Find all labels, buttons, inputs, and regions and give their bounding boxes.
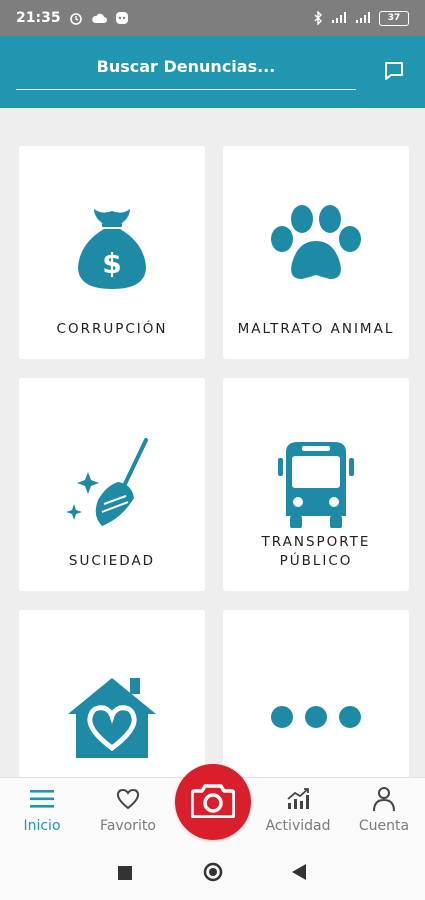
bluetooth-icon bbox=[313, 11, 323, 25]
category-card-maltrato-animal[interactable]: MALTRATO ANIMAL bbox=[223, 146, 409, 359]
category-label: CORRUPCIÓN bbox=[56, 321, 168, 337]
broom-sparkle-icon bbox=[19, 438, 205, 534]
menu-icon bbox=[29, 786, 55, 812]
category-card-corrupcion[interactable]: $ CORRUPCIÓN bbox=[19, 146, 205, 359]
money-bag-icon: $ bbox=[19, 201, 205, 296]
camera-button[interactable] bbox=[175, 764, 251, 840]
user-icon bbox=[372, 786, 396, 812]
recents-icon[interactable] bbox=[118, 865, 132, 884]
battery-icon: 37 bbox=[379, 10, 409, 26]
nav-label: Actividad bbox=[265, 818, 331, 834]
nav-item-actividad[interactable]: Actividad bbox=[258, 786, 338, 834]
chart-icon bbox=[285, 786, 311, 812]
nav-item-favorito[interactable]: Favorito bbox=[88, 786, 168, 834]
more-dots-icon bbox=[223, 704, 409, 730]
nav-item-cuenta[interactable]: Cuenta bbox=[344, 786, 424, 834]
bus-icon bbox=[223, 440, 409, 532]
cloud-icon bbox=[91, 12, 107, 24]
category-card-suciedad[interactable]: SUCIEDAD bbox=[19, 378, 205, 591]
status-time: 21:35 bbox=[16, 10, 61, 26]
heart-icon bbox=[116, 786, 140, 812]
signal-icon bbox=[355, 12, 371, 24]
search-input[interactable]: Buscar Denuncias... bbox=[16, 44, 356, 90]
category-label: MALTRATO ANIMAL bbox=[237, 321, 395, 337]
category-label-line1: TRANSPORTE bbox=[261, 534, 371, 550]
svg-text:$: $ bbox=[102, 247, 121, 280]
search-placeholder: Buscar Denuncias... bbox=[96, 57, 276, 76]
camera-icon bbox=[190, 782, 236, 822]
category-card-hogar[interactable] bbox=[19, 610, 205, 778]
category-card-transporte-publico[interactable]: TRANSPORTE PÚBLICO bbox=[223, 378, 409, 591]
signal-icon bbox=[331, 12, 347, 24]
paw-icon bbox=[223, 201, 409, 291]
app-header: Buscar Denuncias... bbox=[0, 36, 425, 108]
app-notification-icon bbox=[115, 11, 129, 25]
nav-label: Favorito bbox=[100, 818, 156, 834]
category-card-more[interactable] bbox=[223, 610, 409, 778]
category-label: SUCIEDAD bbox=[68, 553, 156, 569]
category-label: TRANSPORTE PÚBLICO bbox=[223, 533, 409, 571]
chat-icon[interactable] bbox=[383, 60, 405, 82]
nav-label: Cuenta bbox=[358, 818, 410, 834]
house-heart-icon bbox=[19, 674, 205, 760]
status-bar: 21:35 37 bbox=[0, 0, 425, 36]
category-label-line2: PÚBLICO bbox=[279, 553, 353, 569]
nav-label: Inicio bbox=[23, 818, 61, 834]
alarm-icon bbox=[69, 11, 83, 25]
back-icon[interactable] bbox=[292, 864, 306, 884]
system-navigation-bar bbox=[0, 843, 425, 900]
home-icon[interactable] bbox=[203, 862, 223, 886]
nav-item-inicio[interactable]: Inicio bbox=[2, 786, 82, 834]
